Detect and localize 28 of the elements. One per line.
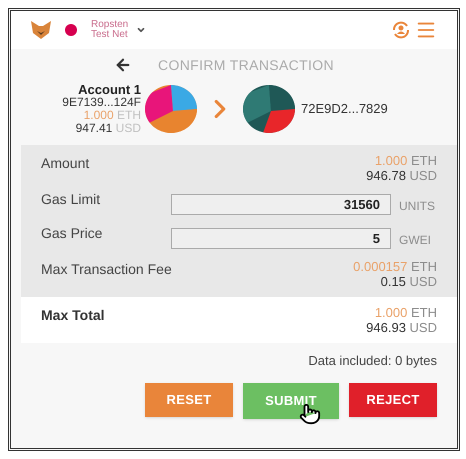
unit-label: UNITS [399, 198, 435, 215]
eth-amount: 0.000157 ETH [353, 259, 437, 274]
caret-icon [136, 25, 146, 35]
detail-label: Gas Limit [41, 190, 102, 209]
total-label: Max Total [41, 306, 105, 325]
network-selector[interactable]: Ropsten Test Net [91, 20, 146, 40]
sender-avatar-icon [145, 85, 197, 133]
reject-button[interactable]: REJECT [349, 382, 437, 416]
recipient-avatar-icon [243, 85, 295, 133]
detail-label: Amount [41, 154, 90, 173]
detail-label: Gas Price [41, 224, 104, 243]
usd-amount: 0.15 USD [380, 274, 437, 289]
eth-amount: 1.000 ETH [374, 305, 437, 320]
detail-input[interactable]: 31560 [171, 194, 391, 215]
usd-amount: 946.93 USD [366, 320, 437, 335]
detail-label: Max Transaction Fee [41, 260, 172, 279]
detail-input[interactable]: 5 [171, 228, 391, 249]
recipient-address: 72E9D2...7829 [301, 100, 388, 118]
data-included-note: Data included: 0 bytes [308, 352, 437, 370]
account-name: Account 1 [78, 83, 141, 96]
eth-amount: 1.000 ETH [374, 153, 437, 168]
sender-address: 9E7139...124F [62, 96, 141, 109]
page-title: CONFIRM TRANSACTION [158, 56, 334, 74]
usd-amount: 946.78 USD [366, 168, 437, 183]
fox-logo-icon [31, 21, 51, 39]
account-sync-icon[interactable] [391, 21, 411, 39]
unit-label: GWEI [399, 232, 431, 249]
reset-button[interactable]: RESET [145, 382, 233, 416]
